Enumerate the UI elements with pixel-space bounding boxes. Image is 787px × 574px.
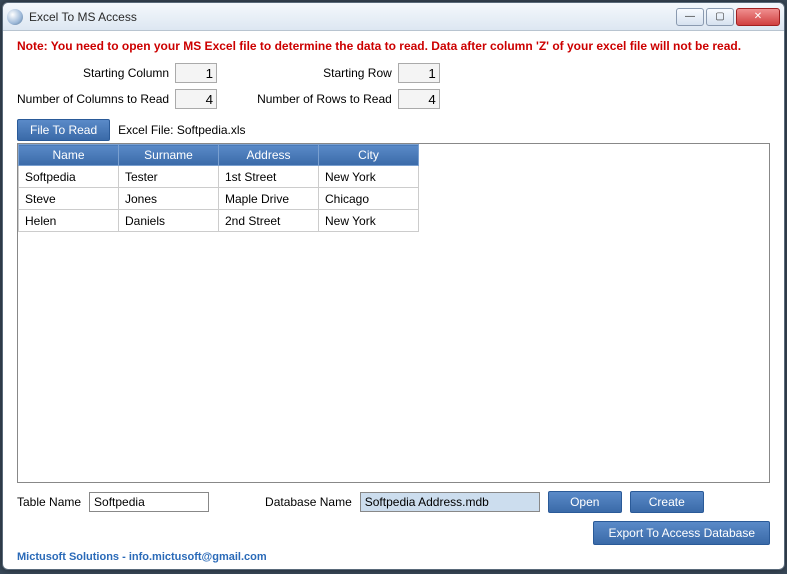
excel-file-label: Excel File: Softpedia.xls bbox=[118, 123, 245, 137]
export-button[interactable]: Export To Access Database bbox=[593, 521, 770, 545]
grid-cell[interactable]: Tester bbox=[119, 166, 219, 188]
grid-cell[interactable]: Daniels bbox=[119, 210, 219, 232]
num-rows-input[interactable] bbox=[398, 89, 440, 109]
grid-cell[interactable]: Maple Drive bbox=[219, 188, 319, 210]
grid-header[interactable]: Address bbox=[219, 145, 319, 166]
grid-cell[interactable]: New York bbox=[319, 210, 419, 232]
start-col-input[interactable] bbox=[175, 63, 217, 83]
close-button[interactable]: ✕ bbox=[736, 8, 780, 26]
grid-cell[interactable]: 1st Street bbox=[219, 166, 319, 188]
grid-header[interactable]: Surname bbox=[119, 145, 219, 166]
create-button[interactable]: Create bbox=[630, 491, 704, 513]
start-col-label: Starting Column bbox=[83, 66, 169, 80]
grid-cell[interactable]: Steve bbox=[19, 188, 119, 210]
open-button[interactable]: Open bbox=[548, 491, 622, 513]
note-text: Note: You need to open your MS Excel fil… bbox=[17, 39, 770, 53]
table-row[interactable]: SoftpediaTester1st StreetNew York bbox=[19, 166, 419, 188]
start-row-input[interactable] bbox=[398, 63, 440, 83]
client-area: Note: You need to open your MS Excel fil… bbox=[3, 31, 784, 569]
table-row[interactable]: HelenDaniels2nd StreetNew York bbox=[19, 210, 419, 232]
maximize-button[interactable]: ▢ bbox=[706, 8, 734, 26]
grid-cell[interactable]: Helen bbox=[19, 210, 119, 232]
db-name-input[interactable] bbox=[360, 492, 540, 512]
table-name-label: Table Name bbox=[17, 495, 81, 509]
window-title: Excel To MS Access bbox=[29, 10, 676, 24]
file-row: File To Read Excel File: Softpedia.xls bbox=[17, 119, 770, 141]
grid-cell[interactable]: New York bbox=[319, 166, 419, 188]
params-panel: Starting Column Number of Columns to Rea… bbox=[17, 63, 770, 109]
footer-text: Mictusoft Solutions - info.mictusoft@gma… bbox=[17, 551, 770, 563]
num-rows-label: Number of Rows to Read bbox=[257, 92, 392, 106]
data-grid[interactable]: NameSurnameAddressCitySoftpediaTester1st… bbox=[17, 143, 770, 483]
start-row-label: Starting Row bbox=[323, 66, 392, 80]
grid-cell[interactable]: Jones bbox=[119, 188, 219, 210]
titlebar[interactable]: Excel To MS Access — ▢ ✕ bbox=[3, 3, 784, 31]
file-to-read-button[interactable]: File To Read bbox=[17, 119, 110, 141]
app-window: Excel To MS Access — ▢ ✕ Note: You need … bbox=[2, 2, 785, 570]
app-icon bbox=[7, 9, 23, 25]
grid-header[interactable]: City bbox=[319, 145, 419, 166]
grid-cell[interactable]: Chicago bbox=[319, 188, 419, 210]
table-row[interactable]: SteveJonesMaple DriveChicago bbox=[19, 188, 419, 210]
table-name-input[interactable] bbox=[89, 492, 209, 512]
grid-header[interactable]: Name bbox=[19, 145, 119, 166]
db-name-label: Database Name bbox=[265, 495, 352, 509]
num-cols-input[interactable] bbox=[175, 89, 217, 109]
num-cols-label: Number of Columns to Read bbox=[17, 92, 169, 106]
bottom-row: Table Name Database Name Open Create bbox=[17, 491, 770, 513]
minimize-button[interactable]: — bbox=[676, 8, 704, 26]
grid-cell[interactable]: 2nd Street bbox=[219, 210, 319, 232]
grid-cell[interactable]: Softpedia bbox=[19, 166, 119, 188]
